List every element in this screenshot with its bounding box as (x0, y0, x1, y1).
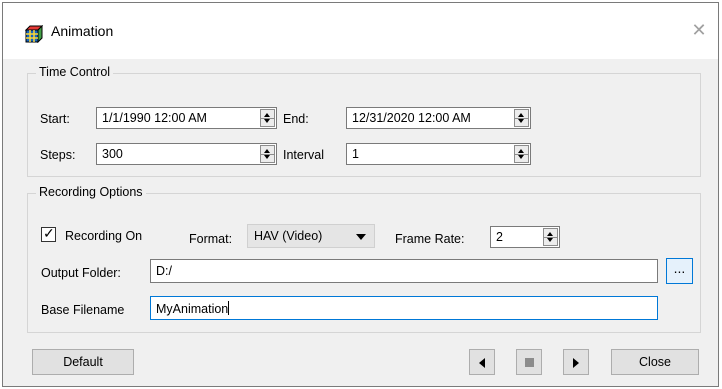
end-datetime-input[interactable]: 12/31/2020 12:00 AM (346, 107, 531, 129)
window-title: Animation (51, 23, 114, 39)
base-filename-value: MyAnimation (156, 302, 229, 316)
steps-label: Steps: (40, 148, 76, 162)
end-label: End: (283, 112, 309, 126)
recording-on-checkbox[interactable]: ✓ (41, 225, 56, 242)
frame-rate-input[interactable]: 2 (490, 226, 560, 248)
default-button[interactable]: Default (32, 349, 134, 375)
chevron-down-icon (356, 234, 366, 240)
play-icon (573, 357, 579, 368)
check-icon: ✓ (43, 225, 55, 241)
output-folder-input[interactable]: D:/ (150, 259, 658, 283)
play-button[interactable] (563, 349, 589, 375)
close-icon[interactable]: ✕ (690, 21, 708, 39)
time-control-label: Time Control (36, 65, 114, 79)
interval-spinner[interactable] (514, 145, 529, 163)
frame-rate-spinner[interactable] (543, 228, 558, 246)
start-spinner[interactable] (260, 109, 275, 127)
start-label: Start: (40, 112, 70, 126)
interval-input[interactable]: 1 (346, 143, 531, 165)
title-bar: Animation ✕ (3, 3, 718, 59)
recording-options-label: Recording Options (36, 185, 146, 199)
interval-label: Interval (283, 148, 324, 162)
steps-input[interactable]: 300 (96, 143, 277, 165)
step-back-button[interactable] (469, 349, 495, 375)
format-label: Format: (189, 232, 233, 246)
text-caret (228, 301, 230, 315)
animation-dialog: Animation ✕ Time Control Start: 1/1/1990… (2, 2, 719, 387)
recording-on-label: Recording On (65, 229, 143, 243)
base-filename-label: Base Filename (41, 303, 125, 317)
steps-spinner[interactable] (260, 145, 275, 163)
cube-icon (25, 25, 43, 43)
step-back-icon (479, 357, 485, 368)
stop-button[interactable] (516, 349, 542, 375)
frame-rate-label: Frame Rate: (395, 232, 465, 246)
close-button[interactable]: Close (611, 349, 699, 375)
format-select[interactable]: HAV (Video) (247, 224, 375, 248)
base-filename-input[interactable]: MyAnimation (150, 296, 658, 320)
browse-button[interactable]: ... (666, 258, 693, 284)
start-datetime-input[interactable]: 1/1/1990 12:00 AM (96, 107, 277, 129)
end-spinner[interactable] (514, 109, 529, 127)
stop-icon (524, 358, 534, 368)
output-folder-label: Output Folder: (41, 266, 121, 280)
